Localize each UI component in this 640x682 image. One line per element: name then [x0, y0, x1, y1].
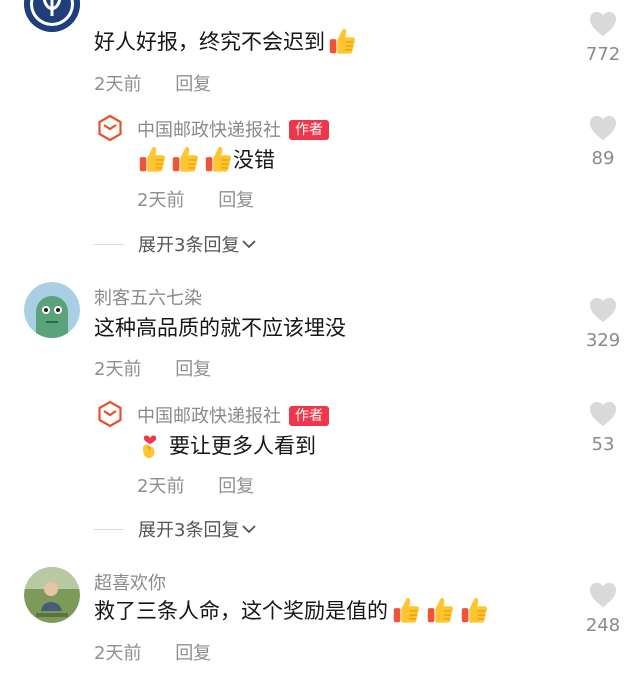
- thumbs-up-icon: [137, 144, 167, 174]
- comment-item: 好人好报，终究不会迟到 2天前 回复 772 中国邮政快递报社 作者 没错 2天前…: [0, 0, 640, 260]
- expand-replies-button[interactable]: 展开3条回复: [94, 231, 257, 257]
- expand-replies-button[interactable]: 展开3条回复: [94, 516, 257, 542]
- divider: [94, 528, 124, 530]
- reply-username-row: 中国邮政快递报社 作者: [137, 402, 329, 428]
- reply-button[interactable]: 回复: [218, 472, 254, 498]
- heart-icon[interactable]: [588, 581, 618, 609]
- reply-username[interactable]: 中国邮政快递报社: [137, 406, 281, 427]
- comment-time: 2天前: [94, 643, 142, 664]
- comment-username[interactable]: 超喜欢你: [94, 569, 166, 595]
- like-button[interactable]: 329: [568, 296, 638, 351]
- thumbs-up-icon: [170, 144, 200, 174]
- like-button[interactable]: 248: [568, 581, 638, 636]
- china-post-logo-icon[interactable]: [96, 400, 124, 428]
- chevron-down-icon: [242, 525, 257, 534]
- expand-label: 展开3条回复: [138, 520, 240, 541]
- divider: [94, 243, 124, 245]
- reply-meta: 2天前 回复: [137, 186, 254, 212]
- like-count: 248: [585, 615, 621, 636]
- heart-icon[interactable]: [588, 400, 618, 428]
- heart-icon[interactable]: [588, 10, 618, 38]
- reply-username[interactable]: 中国邮政快递报社: [137, 120, 281, 141]
- finger-heart-icon: [143, 435, 157, 458]
- expand-label: 展开3条回复: [138, 235, 240, 256]
- author-badge: 作者: [289, 120, 329, 140]
- comment-meta: 2天前 回复: [94, 70, 211, 96]
- like-button[interactable]: 772: [568, 10, 638, 65]
- reply-button[interactable]: 回复: [175, 639, 211, 665]
- reply-meta: 2天前 回复: [137, 472, 254, 498]
- reply-text: 没错: [233, 148, 275, 172]
- thumbs-up-icon: [203, 144, 233, 174]
- comment-text: 这种高品质的就不应该埋没: [94, 316, 346, 340]
- comment-text-row: 好人好报，终究不会迟到: [94, 26, 357, 56]
- china-post-logo-icon[interactable]: [96, 114, 124, 142]
- heart-icon[interactable]: [588, 114, 618, 142]
- author-badge: 作者: [289, 406, 329, 426]
- thumbs-up-icon: [391, 595, 421, 625]
- like-button[interactable]: 89: [568, 114, 638, 169]
- like-count: 329: [585, 330, 621, 351]
- comment-text-row: 这种高品质的就不应该埋没: [94, 312, 346, 342]
- comment-text-row: 救了三条人命，这个奖励是值的: [94, 595, 489, 625]
- heart-icon[interactable]: [588, 296, 618, 324]
- chevron-down-icon: [242, 240, 257, 249]
- comment-meta: 2天前 回复: [94, 355, 211, 381]
- reply-text-row: 要让更多人看到: [137, 430, 316, 460]
- comment-meta: 2天前 回复: [94, 639, 211, 665]
- avatar[interactable]: [24, 567, 80, 623]
- like-count: 89: [591, 148, 615, 169]
- avatar[interactable]: [24, 282, 80, 338]
- thumbs-up-icon: [459, 595, 489, 625]
- thumbs-up-icon: [327, 26, 357, 56]
- like-count: 53: [591, 434, 615, 455]
- reply-time: 2天前: [137, 190, 185, 211]
- thumbs-up-icon: [425, 595, 455, 625]
- like-count: 772: [585, 44, 621, 65]
- reply-button[interactable]: 回复: [218, 186, 254, 212]
- reply-text-row: 没错: [137, 144, 275, 174]
- reply-button[interactable]: 回复: [175, 70, 211, 96]
- comment-item: 刺客五六七染 这种高品质的就不应该埋没 2天前 回复 329 中国邮政快递报社作…: [0, 280, 640, 542]
- reply-text: 要让更多人看到: [169, 434, 316, 458]
- reply-username-row: 中国邮政快递报社 作者: [137, 116, 329, 142]
- comment-text: 好人好报，终究不会迟到: [94, 30, 325, 54]
- comment-time: 2天前: [94, 74, 142, 95]
- reply-button[interactable]: 回复: [175, 355, 211, 381]
- like-button[interactable]: 53: [568, 400, 638, 455]
- comment-item: 超喜欢你 救了三条人命，这个奖励是值的 2天前 回复 248: [0, 565, 640, 682]
- comment-time: 2天前: [94, 359, 142, 380]
- comment-text: 救了三条人命，这个奖励是值的: [94, 599, 388, 623]
- comment-username[interactable]: 刺客五六七染: [94, 284, 202, 310]
- avatar[interactable]: [24, 0, 80, 32]
- reply-time: 2天前: [137, 476, 185, 497]
